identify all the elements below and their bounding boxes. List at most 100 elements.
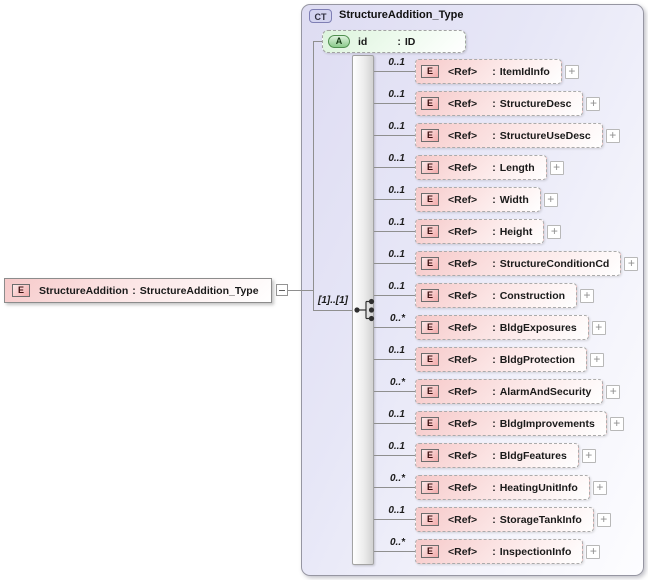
xsd-diagram: CT StructureAddition_Type [1]..[1] A id …	[0, 0, 648, 580]
element-row: E <Ref> : ItemIdInfo +	[415, 59, 579, 84]
collapse-handle[interactable]	[276, 284, 288, 296]
element-row: E <Ref> : StorageTankInfo +	[415, 507, 611, 532]
element-separator: :	[492, 65, 496, 78]
element-badge-icon: E	[421, 353, 439, 366]
element-badge-icon: E	[421, 161, 439, 174]
element-row: E <Ref> : BldgProtection +	[415, 347, 604, 372]
element-ref-box[interactable]: E <Ref> : StructureUseDesc	[415, 123, 603, 148]
element-ref-label: <Ref>	[448, 289, 478, 302]
element-separator: :	[492, 289, 496, 302]
attribute-connector-line	[313, 41, 322, 42]
element-ref-box[interactable]: E <Ref> : Height	[415, 219, 545, 244]
element-ref-label: <Ref>	[448, 353, 478, 366]
element-ref-box[interactable]: E <Ref> : HeatingUnitInfo	[415, 475, 590, 500]
element-ref-label: <Ref>	[448, 129, 478, 142]
expand-button[interactable]: +	[543, 192, 558, 207]
element-badge-icon: E	[421, 289, 439, 302]
element-cardinality-label: 0..1	[388, 441, 405, 452]
element-connector-line	[374, 263, 415, 264]
root-element-box[interactable]: E StructureAddition : StructureAddition_…	[4, 278, 272, 303]
element-ref-label: <Ref>	[448, 513, 478, 526]
element-separator: :	[492, 449, 496, 462]
complex-type-title: StructureAddition_Type	[339, 9, 464, 21]
element-badge-icon: E	[421, 97, 439, 110]
element-type: InspectionInfo	[499, 545, 572, 558]
expand-button[interactable]: +	[589, 352, 604, 367]
element-ref-label: <Ref>	[448, 257, 478, 270]
element-row: E <Ref> : StructureDesc +	[415, 91, 601, 116]
root-connector-line	[288, 290, 313, 291]
element-row: E <Ref> : BldgImprovements +	[415, 411, 624, 436]
element-ref-box[interactable]: E <Ref> : StructureDesc	[415, 91, 584, 116]
expand-button[interactable]: +	[592, 480, 607, 495]
element-type: BldgImprovements	[499, 417, 595, 430]
element-ref-box[interactable]: E <Ref> : Width	[415, 187, 541, 212]
element-cardinality-label: 0..1	[388, 409, 405, 420]
expand-button[interactable]: +	[549, 160, 564, 175]
element-cardinality-label: 0..1	[388, 121, 405, 132]
element-connector-line	[374, 455, 415, 456]
element-cardinality-label: 0..*	[389, 313, 405, 324]
complex-type-badge: CT	[309, 9, 332, 23]
element-cardinality-label: 0..1	[388, 505, 405, 516]
element-row: E <Ref> : BldgExposures +	[415, 315, 606, 340]
element-ref-label: <Ref>	[448, 161, 478, 174]
element-badge-icon: E	[421, 545, 439, 558]
element-cardinality-label: 0..1	[388, 153, 405, 164]
element-type: BldgProtection	[499, 353, 575, 366]
expand-button[interactable]: +	[596, 512, 611, 527]
element-badge-icon: E	[421, 321, 439, 334]
element-type: StructureDesc	[499, 97, 572, 110]
element-ref-box[interactable]: E <Ref> : ItemIdInfo	[415, 59, 562, 84]
expand-button[interactable]: +	[580, 288, 595, 303]
expand-button[interactable]: +	[564, 64, 579, 79]
element-type: BldgFeatures	[499, 449, 567, 462]
element-ref-box[interactable]: E <Ref> : BldgImprovements	[415, 411, 607, 436]
element-badge-icon: E	[12, 284, 30, 297]
element-separator: :	[492, 513, 496, 526]
element-ref-box[interactable]: E <Ref> : Construction	[415, 283, 578, 308]
element-ref-label: <Ref>	[448, 97, 478, 110]
element-ref-box[interactable]: E <Ref> : InspectionInfo	[415, 539, 584, 564]
element-row: E <Ref> : Length +	[415, 155, 564, 180]
expand-button[interactable]: +	[605, 128, 620, 143]
element-ref-box[interactable]: E <Ref> : StructureConditionCd	[415, 251, 622, 276]
element-row: E <Ref> : StructureUseDesc +	[415, 123, 620, 148]
element-connector-line	[374, 391, 415, 392]
element-connector-line	[374, 103, 415, 104]
expand-button[interactable]: +	[591, 320, 606, 335]
element-ref-box[interactable]: E <Ref> : StorageTankInfo	[415, 507, 594, 532]
element-ref-box[interactable]: E <Ref> : BldgExposures	[415, 315, 589, 340]
element-cardinality-label: 0..1	[388, 345, 405, 356]
element-type: StructureUseDesc	[499, 129, 591, 142]
attribute-name: id	[358, 35, 368, 48]
element-ref-box[interactable]: E <Ref> : Length	[415, 155, 547, 180]
element-separator: :	[492, 545, 496, 558]
element-badge-icon: E	[421, 449, 439, 462]
expand-button[interactable]: +	[581, 448, 596, 463]
element-separator: :	[492, 161, 496, 174]
expand-button[interactable]: +	[609, 416, 624, 431]
element-ref-label: <Ref>	[448, 225, 478, 238]
expand-button[interactable]: +	[586, 96, 601, 111]
element-ref-box[interactable]: E <Ref> : BldgFeatures	[415, 443, 579, 468]
expand-button[interactable]: +	[586, 544, 601, 559]
element-connector-line	[374, 231, 415, 232]
element-ref-label: <Ref>	[448, 417, 478, 430]
element-ref-box[interactable]: E <Ref> : BldgProtection	[415, 347, 587, 372]
element-connector-line	[374, 551, 415, 552]
element-badge-icon: E	[421, 257, 439, 270]
attribute-box-id[interactable]: A id : ID	[322, 30, 466, 53]
element-cardinality-label: 0..1	[388, 89, 405, 100]
element-connector-line	[374, 199, 415, 200]
expand-button[interactable]: +	[624, 256, 639, 271]
element-row: E <Ref> : BldgFeatures +	[415, 443, 596, 468]
element-type: HeatingUnitInfo	[499, 481, 578, 494]
expand-button[interactable]: +	[547, 224, 562, 239]
element-type: Height	[499, 225, 533, 238]
expand-button[interactable]: +	[606, 384, 621, 399]
element-row: E <Ref> : Height +	[415, 219, 562, 244]
element-ref-box[interactable]: E <Ref> : AlarmAndSecurity	[415, 379, 604, 404]
element-row: E <Ref> : AlarmAndSecurity +	[415, 379, 621, 404]
element-cardinality-label: 0..1	[388, 57, 405, 68]
